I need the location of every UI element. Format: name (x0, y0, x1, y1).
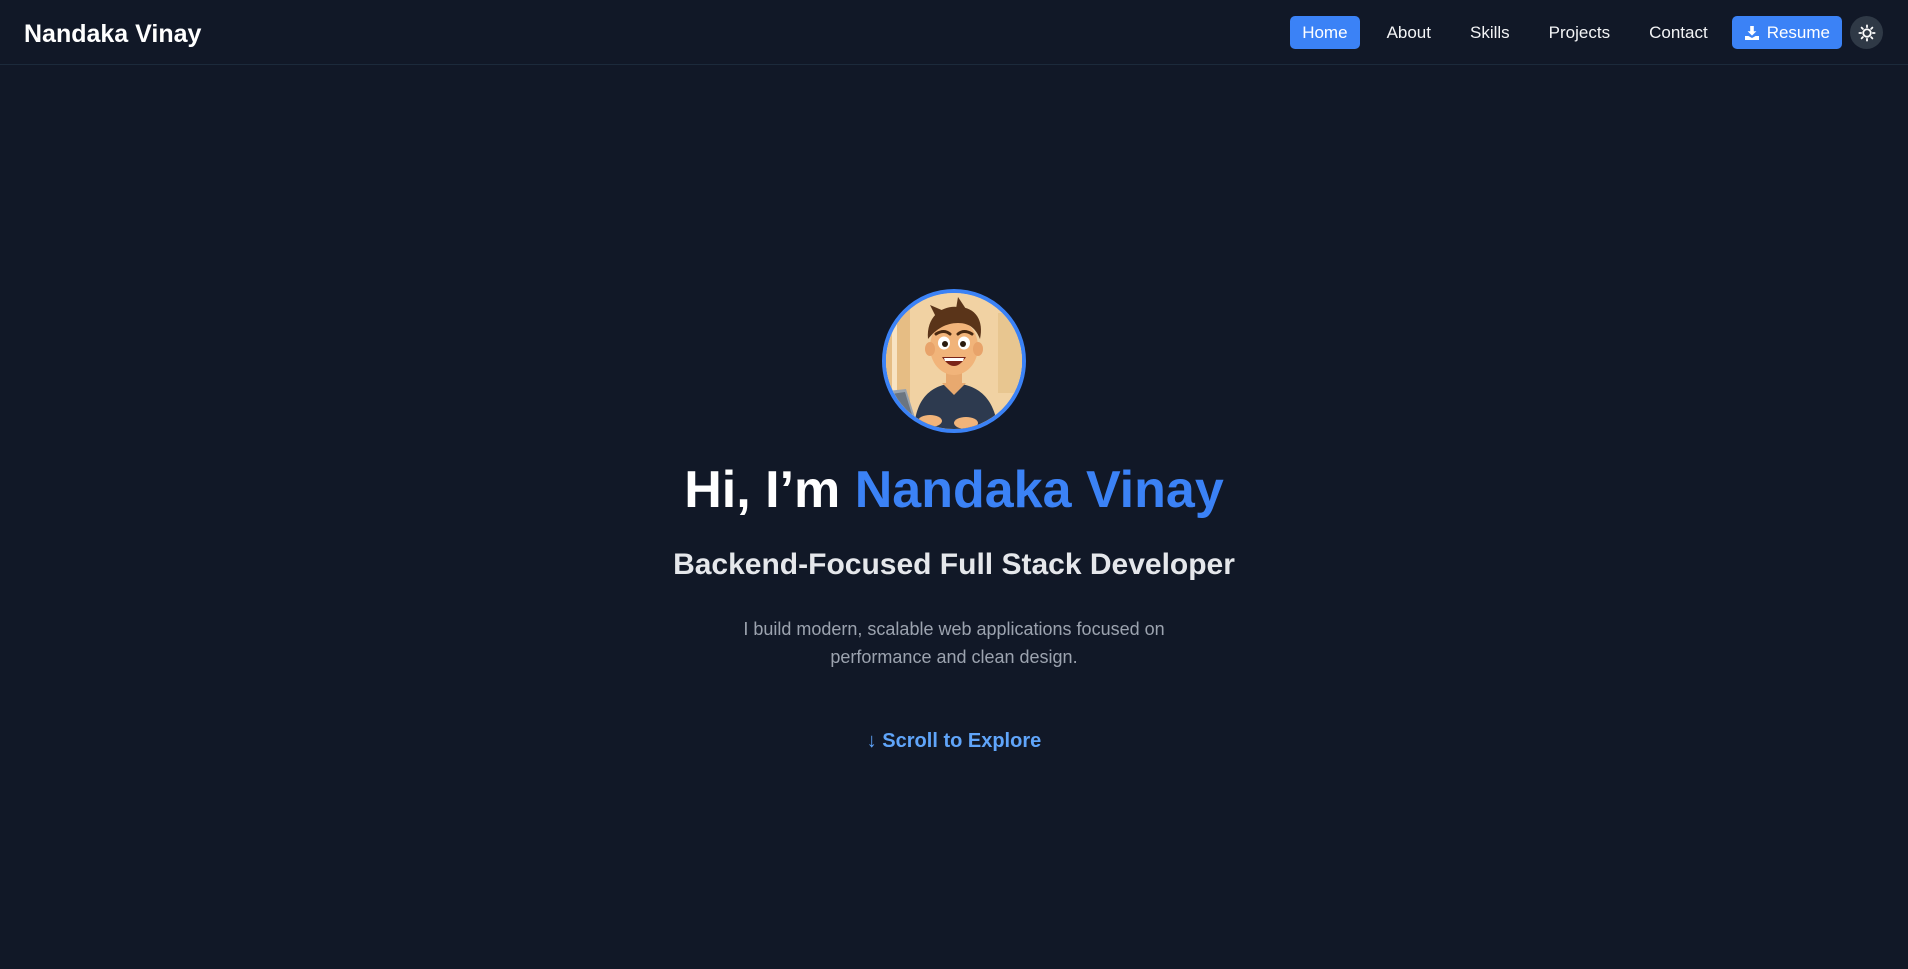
brand-logo[interactable]: Nandaka Vinay (24, 20, 201, 49)
hero-greeting: Hi, I’m (684, 461, 841, 519)
hero-subtitle: Backend-Focused Full Stack Developer (673, 548, 1235, 581)
nav-link-contact[interactable]: Contact (1637, 16, 1720, 49)
nav-link-projects[interactable]: Projects (1537, 16, 1622, 49)
theme-toggle-button[interactable] (1850, 16, 1883, 49)
scroll-to-explore-container: ↓ Scroll to Explore (0, 730, 1908, 753)
scroll-to-explore-link[interactable]: ↓ Scroll to Explore (867, 730, 1041, 752)
avatar-illustration (886, 293, 1022, 429)
hero-description: I build modern, scalable web application… (743, 619, 1165, 667)
navbar: Nandaka Vinay Home About Skills Projects… (0, 0, 1908, 65)
hero-title: Hi, I’m Nandaka Vinay (0, 460, 1908, 520)
sun-icon (1857, 23, 1876, 42)
nav-links: Home About Skills Projects Contact Resum… (1290, 16, 1883, 49)
nav-link-skills[interactable]: Skills (1458, 16, 1522, 49)
download-icon (1744, 25, 1759, 40)
nav-link-home[interactable]: Home (1290, 16, 1360, 49)
avatar (882, 289, 1026, 433)
resume-button-label: Resume (1766, 22, 1830, 42)
resume-button[interactable]: Resume (1731, 16, 1842, 49)
nav-link-about[interactable]: About (1375, 16, 1443, 49)
hero-name: Nandaka Vinay (854, 461, 1224, 519)
